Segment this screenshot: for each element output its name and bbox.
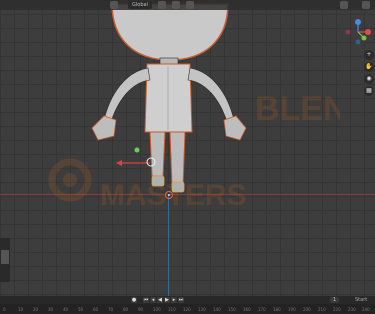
- sidebar-toggle-icon[interactable]: [362, 1, 370, 9]
- ruler-tick: 130: [198, 307, 206, 312]
- frame-ruler[interactable]: 0 10 20 30 40 50 60 70 80 90 100 110 120…: [0, 305, 375, 314]
- ruler-tick: 110: [168, 307, 176, 312]
- shading-icon[interactable]: [172, 1, 180, 9]
- ruler-tick: 230: [348, 307, 356, 312]
- ruler-tick: 20: [33, 307, 39, 312]
- ruler-tick: 200: [303, 307, 311, 312]
- ruler-tick: 60: [93, 307, 99, 312]
- playback-controls: ● ⏮ ◂ ◀ ▶ ▸ ⏭ 1 Start: [0, 296, 375, 304]
- ruler-tick: 190: [288, 307, 296, 312]
- ruler-tick: 70: [108, 307, 114, 312]
- ruler-tick: 0: [3, 307, 6, 312]
- play-reverse-icon[interactable]: ◀: [157, 297, 163, 303]
- ruler-tick: 10: [18, 307, 24, 312]
- ruler-tick: 120: [183, 307, 191, 312]
- zoom-icon[interactable]: +: [364, 50, 374, 60]
- jump-start-icon[interactable]: ⏮: [143, 297, 149, 303]
- jump-end-icon[interactable]: ⏭: [178, 297, 184, 303]
- ruler-tick: 160: [243, 307, 251, 312]
- ruler-tick: 100: [153, 307, 161, 312]
- ruler-tick: 30: [48, 307, 54, 312]
- ruler-tick: 50: [78, 307, 84, 312]
- prev-key-icon[interactable]: ◂: [150, 297, 156, 303]
- next-key-icon[interactable]: ▸: [171, 297, 177, 303]
- ruler-tick: 180: [273, 307, 281, 312]
- viewport-header: Global: [0, 0, 375, 10]
- current-frame-field[interactable]: 1: [330, 297, 340, 303]
- pan-icon[interactable]: ✋: [364, 62, 374, 72]
- character-model[interactable]: [0, 0, 375, 296]
- start-label: Start: [355, 297, 368, 303]
- ruler-tick: 80: [123, 307, 129, 312]
- select-icon[interactable]: [110, 1, 118, 9]
- ruler-tick: 40: [63, 307, 69, 312]
- tool-settings-icon[interactable]: [340, 1, 348, 9]
- ruler-tick: 150: [228, 307, 236, 312]
- ruler-tick: 170: [258, 307, 266, 312]
- overlay-icon[interactable]: [158, 1, 166, 9]
- panel-slot[interactable]: [1, 250, 9, 264]
- left-side-panel[interactable]: [0, 238, 10, 282]
- record-icon[interactable]: ●: [131, 297, 137, 303]
- transform-orientation-select[interactable]: Global: [128, 1, 152, 9]
- play-icon[interactable]: ▶: [164, 297, 170, 303]
- ruler-tick: 240: [362, 307, 370, 312]
- 3d-viewport[interactable]: BLENDER MASTERS: [0, 0, 375, 296]
- ruler-tick: 90: [138, 307, 144, 312]
- ruler-tick: 140: [213, 307, 221, 312]
- ruler-tick: 220: [333, 307, 341, 312]
- ruler-tick: 210: [318, 307, 326, 312]
- view-icon[interactable]: [186, 1, 194, 9]
- timeline-editor: ● ⏮ ◂ ◀ ▶ ▸ ⏭ 1 Start 0 10 20 30 40 50 6…: [0, 296, 375, 314]
- grid-icon[interactable]: ▦: [364, 86, 374, 96]
- navigation-gizmo[interactable]: [344, 18, 372, 46]
- camera-icon[interactable]: ◉: [364, 74, 374, 84]
